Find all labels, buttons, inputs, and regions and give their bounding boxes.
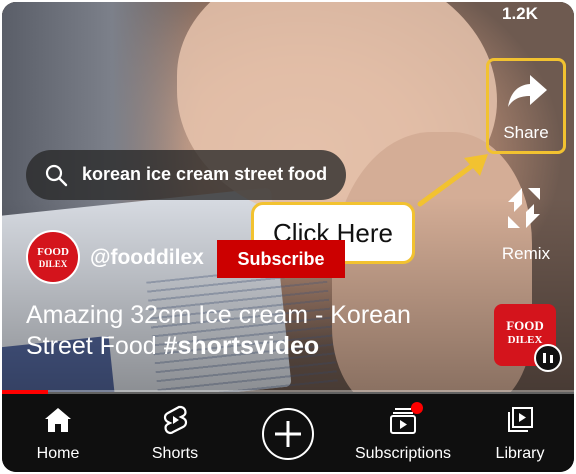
new-content-badge [411,402,423,414]
nav-item-home[interactable]: Home [3,394,113,472]
shorts-icon [163,405,188,435]
avatar-logo-line2: DILEX [38,259,68,269]
channel-handle[interactable]: @fooddilex [90,246,204,270]
pause-icon[interactable] [534,344,562,372]
share-button[interactable]: Share [486,58,566,154]
video-title-hashtag[interactable]: #shortsvideo [164,332,320,360]
search-query-text: korean ice cream street food [82,164,328,184]
view-count: 1.2K [502,4,538,23]
create-button[interactable] [262,408,314,460]
remix-icon[interactable] [500,184,548,232]
remix-label[interactable]: Remix [486,244,566,264]
search-suggestion-pill[interactable]: korean ice cream street food [26,150,346,200]
nav-label-library: Library [495,445,545,462]
bottom-navigation: Home Shorts Subscriptions Library [2,394,574,472]
home-icon [45,408,71,432]
create-icon [275,421,301,447]
subscribe-button[interactable]: Subscribe [217,240,345,278]
avatar-logo-line1: FOOD [37,246,69,258]
video-player[interactable]: 1.2K korean ice cream street food Share … [2,2,574,392]
nav-label-subscriptions: Subscriptions [354,445,452,462]
share-label: Share [503,123,549,142]
channel-avatar[interactable]: FOOD DILEX [26,230,80,284]
search-icon [45,164,68,187]
nav-label-shorts: Shorts [151,445,199,462]
thumbnail-logo-line1: FOOD [506,318,544,333]
pointer-arrow-icon [417,154,488,207]
app-frame: 1.2K korean ice cream street food Share … [2,2,574,472]
share-icon [508,75,547,107]
library-icon [508,407,533,432]
nav-item-shorts[interactable]: Shorts [120,394,230,472]
nav-item-subscriptions[interactable]: Subscriptions [348,394,458,472]
nav-item-library[interactable]: Library [465,394,574,472]
nav-label-home: Home [36,445,80,462]
video-title: Amazing 32cm Ice cream - Korean Street F… [26,300,446,362]
